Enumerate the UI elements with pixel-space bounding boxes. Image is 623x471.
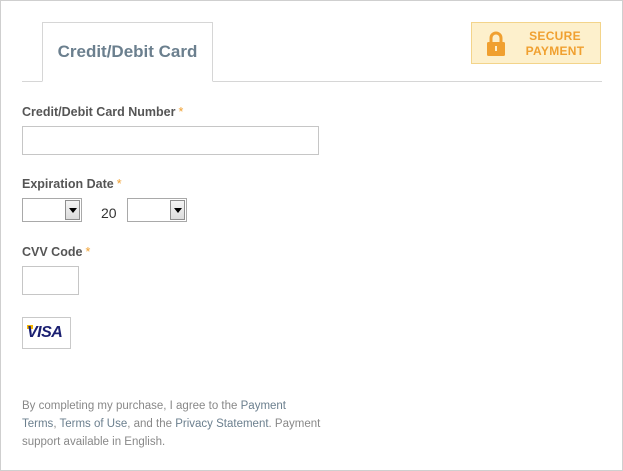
chevron-down-icon[interactable] (170, 200, 185, 220)
expiration-month-select[interactable] (22, 198, 82, 222)
expiration-date-label-text: Expiration Date (22, 177, 114, 191)
secure-line1: SECURE (529, 29, 581, 43)
visa-logo: VISA (22, 317, 71, 349)
legal-text-3: , and the (127, 418, 176, 430)
year-prefix: 20 (101, 205, 117, 221)
terms-of-use-link[interactable]: Terms of Use (60, 418, 128, 430)
legal-text-1: By completing my purchase, I agree to th… (22, 400, 241, 412)
tab-credit-debit-card[interactable]: Credit/Debit Card (42, 22, 213, 82)
expiration-year-select[interactable] (127, 198, 187, 222)
privacy-statement-link[interactable]: Privacy Statement (175, 418, 268, 430)
legal-notice: By completing my purchase, I agree to th… (22, 397, 322, 451)
card-number-label: Credit/Debit Card Number * (22, 105, 183, 119)
card-number-label-text: Credit/Debit Card Number (22, 105, 176, 119)
payment-panel: Credit/Debit Card SECURE PAYMENT Credit/… (0, 0, 623, 471)
secure-payment-text: SECURE PAYMENT (516, 29, 594, 59)
required-mark: * (116, 177, 122, 191)
secure-payment-badge: SECURE PAYMENT (471, 22, 601, 64)
lock-icon (487, 31, 505, 56)
cvv-label-text: CVV Code (22, 245, 83, 259)
tab-label: Credit/Debit Card (57, 42, 198, 61)
visa-logo-text: VISA (27, 324, 63, 341)
chevron-down-icon[interactable] (65, 200, 80, 220)
expiration-date-label: Expiration Date * (22, 177, 122, 191)
required-mark: * (178, 105, 184, 119)
required-mark: * (85, 245, 91, 259)
cvv-label: CVV Code * (22, 245, 90, 259)
secure-line2: PAYMENT (525, 44, 585, 58)
card-number-input[interactable] (22, 126, 319, 155)
cvv-input[interactable] (22, 266, 79, 295)
